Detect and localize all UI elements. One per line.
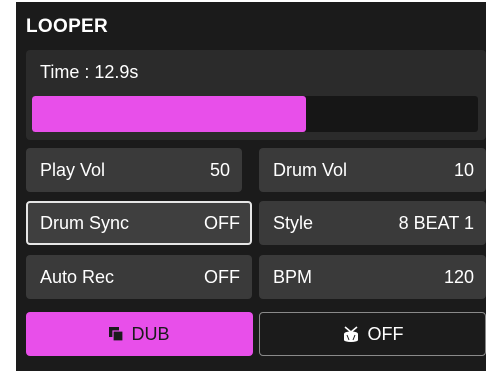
dub-button[interactable]: DUB	[26, 312, 253, 356]
play-vol-value: 50	[209, 159, 230, 180]
time-label: Time : 12.9s	[40, 62, 139, 82]
drum-sync-control[interactable]: Drum Sync OFF	[26, 201, 252, 245]
style-value: 8 BEAT 1	[398, 212, 474, 233]
time-progress-bar	[32, 96, 478, 132]
drum-vol-label: Drum Vol	[273, 159, 348, 180]
dub-button-label: DUB	[131, 323, 170, 344]
time-display: Time : 12.9s	[26, 50, 486, 140]
looper-panel: LOOPER Time : 12.9s Play Vol 50 Drum Vol…	[16, 2, 486, 371]
auto-rec-control[interactable]: Auto Rec OFF	[26, 255, 252, 299]
style-control[interactable]: Style 8 BEAT 1	[259, 201, 486, 245]
drum-sync-value: OFF	[204, 212, 240, 233]
bpm-control[interactable]: BPM 120	[259, 255, 486, 299]
auto-rec-label: Auto Rec	[40, 266, 115, 287]
drum-vol-value: 10	[453, 159, 474, 180]
style-label: Style	[273, 212, 314, 233]
auto-rec-value: OFF	[204, 266, 240, 287]
drum-vol-control[interactable]: Drum Vol 10	[259, 148, 486, 192]
bpm-value: 120	[443, 266, 474, 287]
drum-sync-label: Drum Sync	[40, 212, 130, 233]
drum-toggle-label: OFF	[367, 323, 404, 344]
play-vol-label: Play Vol	[40, 159, 106, 180]
play-vol-control[interactable]: Play Vol 50	[26, 148, 242, 192]
overdub-icon	[109, 327, 124, 341]
time-progress-fill	[32, 96, 307, 132]
drum-toggle-button[interactable]: OFF	[259, 312, 486, 356]
drum-icon	[342, 326, 360, 342]
bpm-label: BPM	[273, 266, 313, 287]
panel-title: LOOPER	[26, 16, 109, 37]
